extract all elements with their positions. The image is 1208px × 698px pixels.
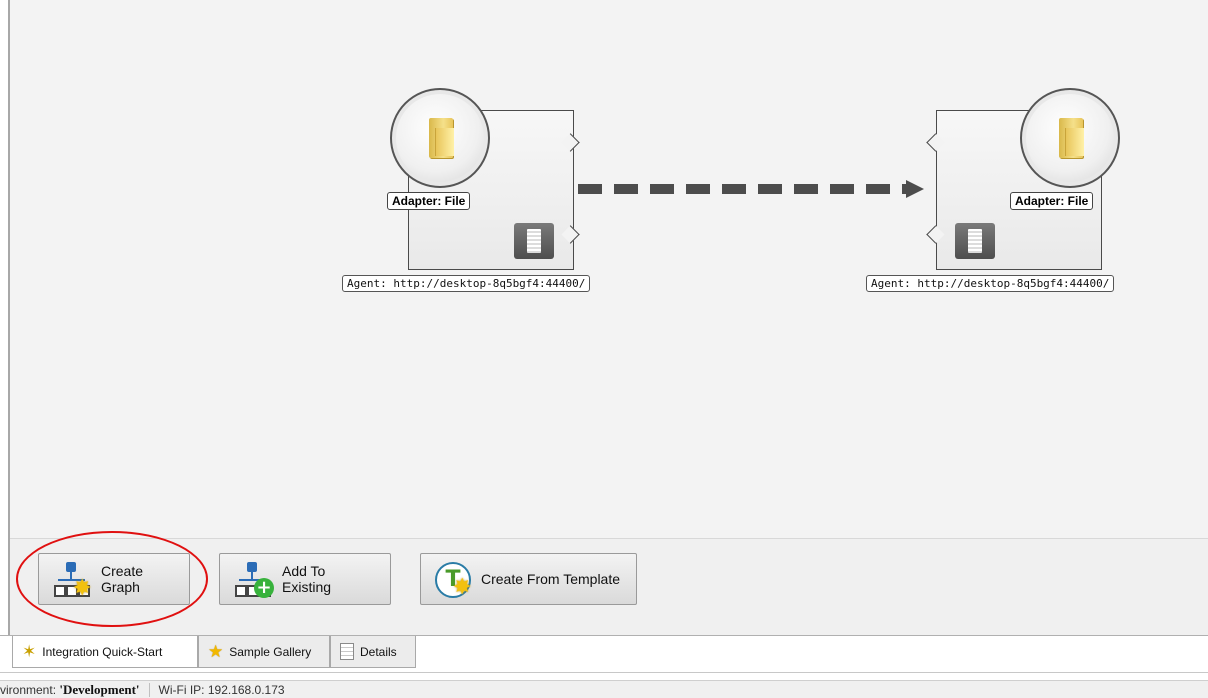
- target-agent-label: Agent: http://desktop-8q5bgf4:44400/: [866, 275, 1115, 292]
- source-node-icon-circle: [390, 88, 490, 188]
- status-bar: vironment: 'Development' Wi-Fi IP: 192.1…: [0, 680, 1208, 698]
- folder-icon: [429, 118, 454, 158]
- graph-new-icon: ✸: [51, 560, 93, 599]
- source-node[interactable]: Adapter: File: [387, 88, 587, 298]
- document-icon[interactable]: [514, 223, 554, 259]
- tab-label: Integration Quick-Start: [42, 644, 163, 659]
- create-from-template-label: Create From Template: [481, 571, 621, 587]
- template-icon: T ✸: [433, 560, 473, 598]
- target-adapter-label: Adapter: File: [1010, 192, 1094, 210]
- folder-icon: [1059, 118, 1084, 158]
- graph-add-icon: +: [232, 560, 274, 598]
- tab-label: Details: [360, 644, 397, 659]
- source-adapter-label: Adapter: File: [387, 192, 471, 210]
- add-to-existing-button[interactable]: + Add To Existing: [219, 553, 391, 605]
- tab-sample-gallery[interactable]: ★ Sample Gallery: [198, 636, 330, 668]
- star-icon: ★: [208, 642, 224, 661]
- environment-status: vironment: 'Development': [0, 681, 140, 697]
- tab-integration-quick-start[interactable]: ✶ Integration Quick-Start: [12, 636, 198, 668]
- create-graph-button[interactable]: ✸ Create Graph: [38, 553, 190, 605]
- create-graph-label: Create Graph: [101, 563, 144, 595]
- tab-label: Sample Gallery: [229, 644, 312, 659]
- magic-wand-icon: ✶: [22, 642, 37, 661]
- tab-details[interactable]: Details: [330, 636, 416, 668]
- connector-line[interactable]: [578, 184, 910, 194]
- create-from-template-button[interactable]: T ✸ Create From Template: [420, 553, 637, 605]
- environment-value: 'Development': [59, 681, 140, 697]
- source-agent-label: Agent: http://desktop-8q5bgf4:44400/: [342, 275, 591, 292]
- target-node-icon-circle: [1020, 88, 1120, 188]
- document-icon[interactable]: [955, 223, 995, 259]
- tab-strip-bottom: [0, 672, 1208, 673]
- add-to-existing-label: Add To Existing: [282, 563, 332, 595]
- document-icon: [340, 643, 354, 660]
- wifi-ip-status: Wi-Fi IP: 192.168.0.173: [158, 682, 285, 697]
- status-separator: [148, 682, 150, 697]
- target-node[interactable]: Adapter: File: [922, 88, 1122, 298]
